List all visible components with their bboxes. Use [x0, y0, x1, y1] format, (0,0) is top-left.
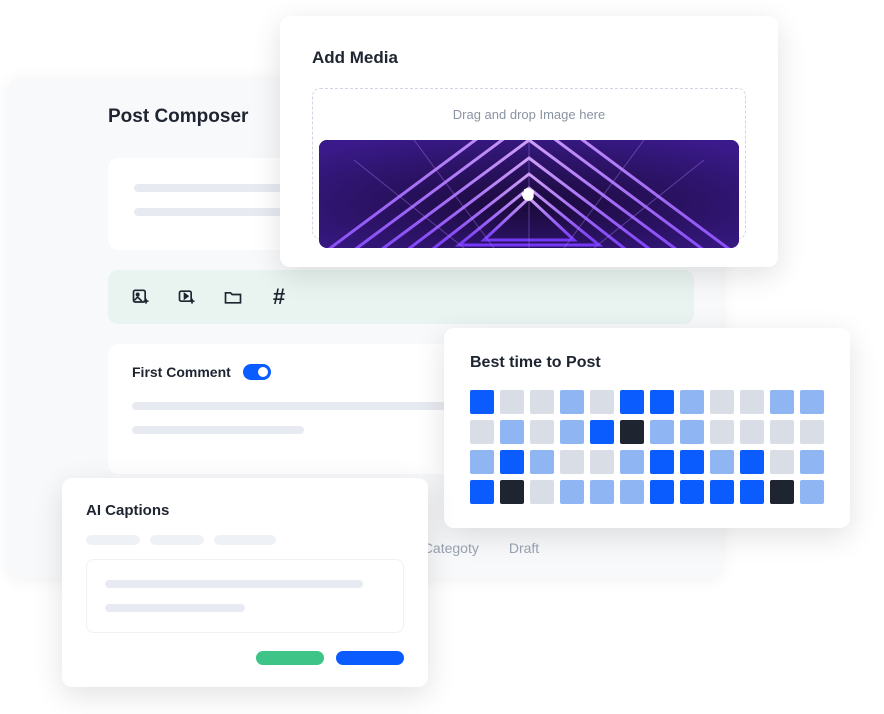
heat-cell[interactable]: [710, 480, 734, 504]
best-time-heatmap[interactable]: [470, 390, 824, 504]
video-add-icon[interactable]: [176, 286, 198, 308]
heat-cell[interactable]: [590, 480, 614, 504]
heat-cell[interactable]: [470, 450, 494, 474]
heat-cell[interactable]: [680, 450, 704, 474]
heat-cell[interactable]: [680, 420, 704, 444]
heat-cell[interactable]: [680, 480, 704, 504]
heat-cell[interactable]: [470, 390, 494, 414]
best-time-title: Best time to Post: [470, 354, 824, 372]
heat-cell[interactable]: [680, 390, 704, 414]
heat-cell[interactable]: [740, 480, 764, 504]
heat-cell[interactable]: [710, 390, 734, 414]
heat-cell[interactable]: [800, 450, 824, 474]
placeholder-line: [105, 580, 363, 588]
caption-chip[interactable]: [86, 535, 140, 545]
ai-captions-title: AI Captions: [86, 502, 404, 519]
heat-cell[interactable]: [560, 480, 584, 504]
heat-cell[interactable]: [800, 390, 824, 414]
composer-toolbar: #: [108, 270, 694, 324]
ai-captions-card: AI Captions: [62, 478, 428, 687]
heat-cell[interactable]: [770, 390, 794, 414]
heat-cell[interactable]: [560, 450, 584, 474]
heat-cell[interactable]: [650, 450, 674, 474]
heat-cell[interactable]: [620, 390, 644, 414]
heat-cell[interactable]: [710, 450, 734, 474]
heat-cell[interactable]: [800, 420, 824, 444]
hashtag-icon[interactable]: #: [268, 286, 290, 308]
heat-cell[interactable]: [650, 480, 674, 504]
heat-cell[interactable]: [590, 450, 614, 474]
placeholder-line: [132, 426, 304, 434]
media-preview[interactable]: [319, 140, 739, 248]
heat-cell[interactable]: [500, 420, 524, 444]
ai-generate-button[interactable]: [336, 651, 404, 665]
ai-caption-actions: [86, 651, 404, 665]
heat-cell[interactable]: [560, 390, 584, 414]
ai-caption-chips: [86, 535, 404, 545]
heat-cell[interactable]: [470, 480, 494, 504]
first-comment-title: First Comment: [132, 364, 231, 380]
heat-cell[interactable]: [800, 480, 824, 504]
heat-cell[interactable]: [500, 450, 524, 474]
heat-cell[interactable]: [620, 450, 644, 474]
heat-cell[interactable]: [740, 450, 764, 474]
heat-cell[interactable]: [740, 390, 764, 414]
add-media-title: Add Media: [312, 48, 746, 68]
dropzone-hint: Drag and drop Image here: [313, 107, 745, 122]
ai-approve-button[interactable]: [256, 651, 324, 665]
heat-cell[interactable]: [620, 420, 644, 444]
heat-cell[interactable]: [590, 420, 614, 444]
heat-cell[interactable]: [710, 420, 734, 444]
heat-cell[interactable]: [530, 480, 554, 504]
ai-caption-output: [86, 559, 404, 633]
image-add-icon[interactable]: [130, 286, 152, 308]
heat-cell[interactable]: [650, 420, 674, 444]
heat-cell[interactable]: [560, 420, 584, 444]
grab-cursor-icon: [518, 183, 540, 205]
caption-chip[interactable]: [150, 535, 204, 545]
best-time-card: Best time to Post: [444, 328, 850, 528]
heat-cell[interactable]: [500, 480, 524, 504]
heat-cell[interactable]: [650, 390, 674, 414]
heat-cell[interactable]: [620, 480, 644, 504]
heat-cell[interactable]: [530, 390, 554, 414]
caption-chip[interactable]: [214, 535, 276, 545]
add-media-card: Add Media Drag and drop Image here: [280, 16, 778, 267]
heat-cell[interactable]: [770, 420, 794, 444]
placeholder-line: [105, 604, 245, 612]
folder-icon[interactable]: [222, 286, 244, 308]
first-comment-toggle[interactable]: [243, 364, 271, 380]
heat-cell[interactable]: [770, 480, 794, 504]
heat-cell[interactable]: [530, 420, 554, 444]
media-dropzone[interactable]: Drag and drop Image here: [312, 88, 746, 239]
heat-cell[interactable]: [590, 390, 614, 414]
heat-cell[interactable]: [500, 390, 524, 414]
heat-cell[interactable]: [740, 420, 764, 444]
tab-draft[interactable]: Draft: [509, 540, 539, 556]
heat-cell[interactable]: [470, 420, 494, 444]
heat-cell[interactable]: [530, 450, 554, 474]
heat-cell[interactable]: [770, 450, 794, 474]
